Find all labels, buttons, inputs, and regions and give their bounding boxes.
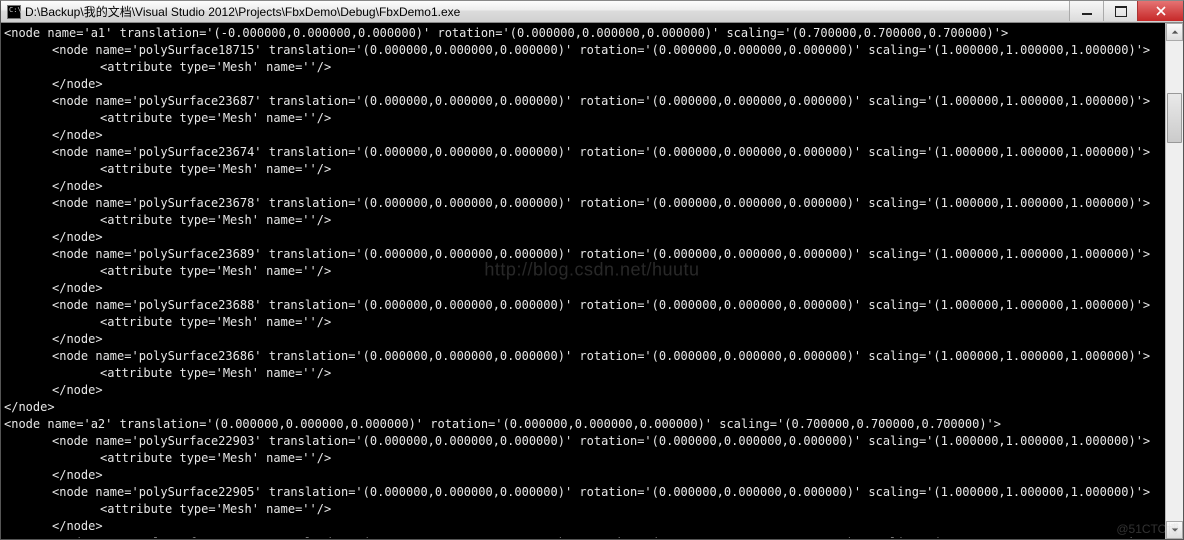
console-line: <attribute type='Mesh' name=''/> — [4, 110, 1165, 127]
console-line: </node> — [4, 382, 1165, 399]
minimize-button[interactable] — [1069, 1, 1103, 21]
titlebar[interactable]: D:\Backup\我的文档\Visual Studio 2012\Projec… — [1, 1, 1183, 23]
console-line: <node name='polySurface23686' translatio… — [4, 348, 1165, 365]
console-line: </node> — [4, 280, 1165, 297]
close-icon — [1156, 6, 1166, 16]
console-line: <attribute type='Mesh' name=''/> — [4, 263, 1165, 280]
maximize-button[interactable] — [1103, 1, 1137, 21]
console-line: <node name='polySurface23687' translatio… — [4, 93, 1165, 110]
console-line: </node> — [4, 127, 1165, 144]
console-line: <attribute type='Mesh' name=''/> — [4, 314, 1165, 331]
app-icon — [7, 5, 21, 19]
console-line: </node> — [4, 229, 1165, 246]
console-line: <attribute type='Mesh' name=''/> — [4, 212, 1165, 229]
scroll-up-button[interactable] — [1166, 23, 1183, 41]
console-line: <node name='polySurface22905' translatio… — [4, 484, 1165, 501]
console-line: </node> — [4, 178, 1165, 195]
console-line: <attribute type='Mesh' name=''/> — [4, 365, 1165, 382]
scroll-thumb[interactable] — [1167, 93, 1182, 143]
console-line: <node name='polySurface18715' translatio… — [4, 42, 1165, 59]
console-line: <node name='polySurface22904' translatio… — [4, 535, 1165, 538]
console-line: <node name='polySurface23689' translatio… — [4, 246, 1165, 263]
console-window: D:\Backup\我的文档\Visual Studio 2012\Projec… — [0, 0, 1184, 540]
console-line: </node> — [4, 467, 1165, 484]
console-line: </node> — [4, 331, 1165, 348]
console-line: <attribute type='Mesh' name=''/> — [4, 450, 1165, 467]
console-line: <node name='a1' translation='(-0.000000,… — [4, 25, 1165, 42]
console-line: </node> — [4, 518, 1165, 535]
window-title: D:\Backup\我的文档\Visual Studio 2012\Projec… — [25, 3, 460, 20]
chevron-down-icon — [1171, 526, 1179, 534]
console-line: <attribute type='Mesh' name=''/> — [4, 501, 1165, 518]
console-line: <node name='a2' translation='(0.000000,0… — [4, 416, 1165, 433]
close-button[interactable] — [1137, 1, 1183, 21]
chevron-up-icon — [1171, 28, 1179, 36]
console-line: </node> — [4, 76, 1165, 93]
console-line: <node name='polySurface22903' translatio… — [4, 433, 1165, 450]
console-line: <node name='polySurface23678' translatio… — [4, 195, 1165, 212]
console-output[interactable]: <node name='a1' translation='(-0.000000,… — [2, 23, 1165, 538]
vertical-scrollbar[interactable] — [1165, 23, 1183, 539]
console-line: <node name='polySurface23674' translatio… — [4, 144, 1165, 161]
console-line: </node> — [4, 399, 1165, 416]
console-line: <attribute type='Mesh' name=''/> — [4, 161, 1165, 178]
window-buttons — [1069, 1, 1183, 22]
scroll-down-button[interactable] — [1166, 521, 1183, 539]
console-line: <attribute type='Mesh' name=''/> — [4, 59, 1165, 76]
console-line: <node name='polySurface23688' translatio… — [4, 297, 1165, 314]
